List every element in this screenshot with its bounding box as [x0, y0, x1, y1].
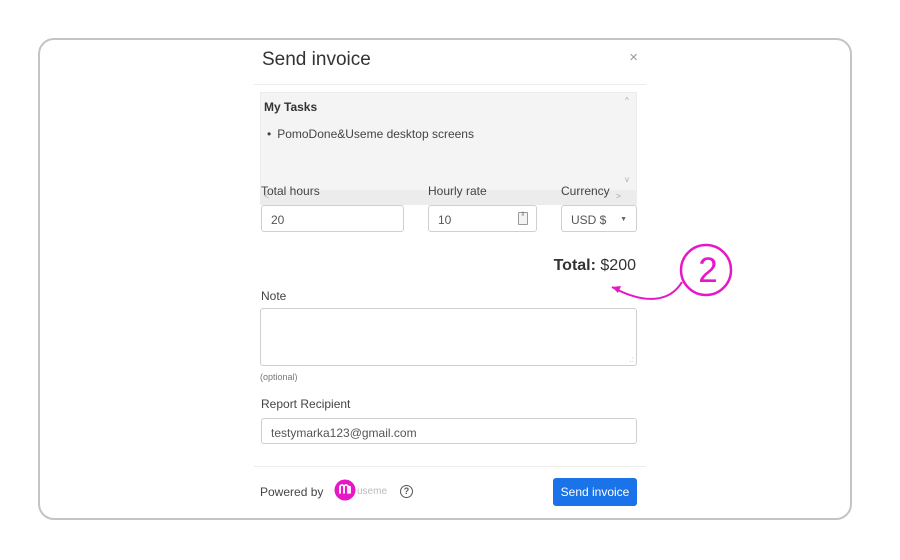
send-invoice-modal: Send invoice × My Tasks PomoDone&Useme d… [254, 40, 646, 518]
total-hours-input[interactable]: 20 [261, 205, 404, 232]
close-icon[interactable]: × [629, 49, 638, 66]
task-item: PomoDone&Useme desktop screens [267, 127, 474, 141]
note-helper-text: (optional) [260, 372, 298, 382]
currency-label: Currency [561, 184, 610, 198]
total-label: Total: [553, 257, 596, 274]
task-list: PomoDone&Useme desktop screens [267, 127, 474, 141]
currency-value: USD $ [571, 213, 607, 227]
resize-grip-icon[interactable]: .: [630, 355, 634, 364]
number-spinner-icon[interactable]: ⇳ [518, 212, 528, 225]
total-value: $200 [600, 257, 636, 274]
footer-divider [254, 466, 646, 467]
invoice-total: Total: $200 [554, 257, 636, 275]
tasks-heading: My Tasks [264, 100, 318, 114]
useme-logo-icon [334, 479, 356, 501]
hourly-rate-input[interactable]: 10 ⇳ [428, 205, 537, 232]
chevron-down-icon: ▼ [620, 216, 627, 223]
modal-header: Send invoice × [254, 40, 646, 85]
total-hours-label: Total hours [261, 184, 320, 198]
note-textarea[interactable]: .: [260, 308, 637, 366]
scroll-up-icon[interactable]: ^ [625, 96, 629, 105]
scroll-right-icon[interactable]: > [616, 191, 621, 201]
powered-by-text: Powered by [260, 485, 324, 499]
hourly-rate-label: Hourly rate [428, 184, 487, 198]
send-invoice-button[interactable]: Send invoice [553, 478, 637, 506]
scroll-down-icon[interactable]: v [625, 175, 629, 184]
hourly-rate-value: 10 [438, 213, 452, 227]
help-icon[interactable]: ? [400, 485, 413, 498]
useme-brand-text: useme [357, 486, 388, 497]
recipient-email-input[interactable]: testymarka123@gmail.com [261, 418, 637, 444]
recipient-label: Report Recipient [261, 397, 351, 411]
modal-title: Send invoice [262, 49, 371, 70]
annotation-step-number: 2 [698, 251, 718, 290]
note-label: Note [261, 289, 287, 303]
currency-select[interactable]: USD $ ▼ [561, 205, 637, 232]
vertical-scrollbar[interactable]: ^ v [622, 93, 636, 189]
